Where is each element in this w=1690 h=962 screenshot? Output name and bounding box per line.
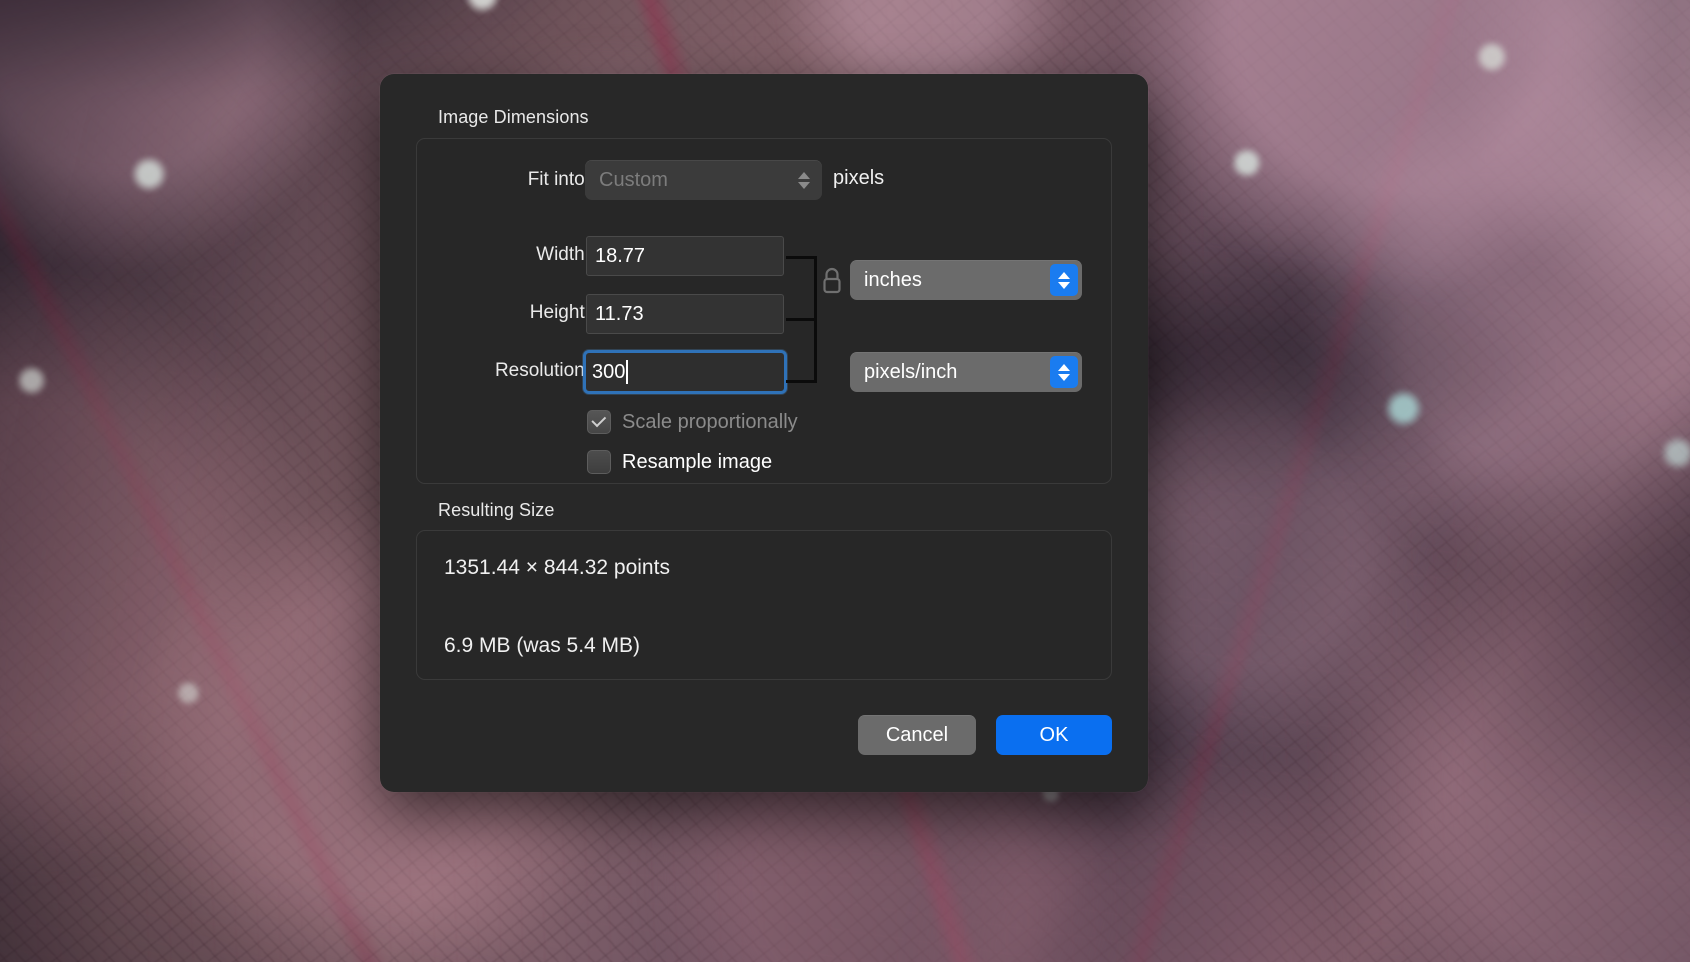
chevron-up-down-icon <box>1050 264 1078 296</box>
resolution-unit-select[interactable]: pixels/inch <box>850 352 1082 392</box>
fit-into-label: Fit into: <box>440 169 590 191</box>
resample-image-label: Resample image <box>622 451 772 474</box>
height-label: Height: <box>440 302 590 324</box>
size-unit-select[interactable]: inches <box>850 260 1082 300</box>
width-input[interactable]: 18.77 <box>586 236 784 276</box>
fit-into-value: Custom <box>599 169 790 192</box>
chevron-up-down-icon <box>1050 356 1078 388</box>
scale-proportionally-checkbox[interactable] <box>587 410 611 434</box>
resample-image-checkbox-row[interactable]: Resample image <box>587 450 772 474</box>
resulting-dimensions-text: 1351.44 × 844.32 points <box>444 556 670 580</box>
cancel-button[interactable]: Cancel <box>858 715 976 755</box>
resulting-size-group-label: Resulting Size <box>438 500 554 521</box>
lock-icon <box>820 266 844 296</box>
width-value: 18.77 <box>595 237 645 275</box>
resolution-value: 300 <box>592 353 625 391</box>
resample-image-checkbox[interactable] <box>587 450 611 474</box>
height-value: 11.73 <box>595 295 644 333</box>
image-dimensions-group-label: Image Dimensions <box>438 107 589 128</box>
resolution-unit-value: pixels/inch <box>864 361 1050 384</box>
width-label: Width: <box>440 244 590 266</box>
chevron-up-down-icon <box>790 164 818 196</box>
size-unit-value: inches <box>864 269 1050 292</box>
link-bracket <box>786 256 817 383</box>
resolution-input[interactable]: 300 <box>583 350 787 394</box>
scale-proportionally-checkbox-row[interactable]: Scale proportionally <box>587 410 798 434</box>
checkmark-icon <box>591 412 606 427</box>
resolution-label: Resolution: <box>420 360 590 382</box>
resulting-file-size-text: 6.9 MB (was 5.4 MB) <box>444 634 640 658</box>
fit-into-select[interactable]: Custom <box>585 160 822 200</box>
adjust-size-dialog: Image Dimensions Fit into: Custom pixels… <box>380 74 1148 792</box>
height-input[interactable]: 11.73 <box>586 294 784 334</box>
ok-button[interactable]: OK <box>996 715 1112 755</box>
scale-proportionally-label: Scale proportionally <box>622 411 798 434</box>
text-cursor <box>626 360 628 384</box>
fit-into-unit-suffix: pixels <box>833 167 884 190</box>
